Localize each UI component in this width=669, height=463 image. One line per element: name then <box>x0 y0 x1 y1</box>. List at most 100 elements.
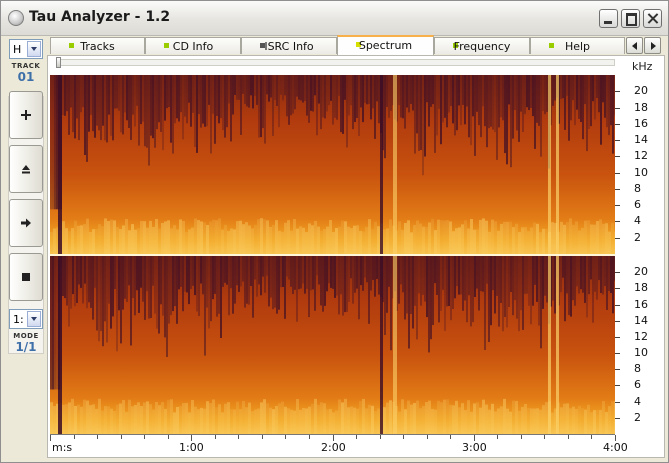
y-tick <box>615 238 620 239</box>
y-tick <box>615 402 620 403</box>
chevron-down-icon[interactable] <box>27 41 41 57</box>
y-tick <box>615 337 620 338</box>
x-tick <box>544 435 545 439</box>
y-tick-label: 8 <box>634 362 641 375</box>
x-tick <box>450 435 451 439</box>
tab-label: ISRC Info <box>264 40 314 53</box>
y-tick-label: 10 <box>634 346 648 359</box>
y-tick <box>615 91 620 92</box>
eject-icon <box>22 165 30 174</box>
mode-value: 1/1 <box>15 340 37 354</box>
y-tick-label: 16 <box>634 117 648 130</box>
track-number: 01 <box>17 70 35 84</box>
x-tick <box>497 435 498 439</box>
y-tick-label: 2 <box>634 411 641 424</box>
y-tick-label: 16 <box>634 298 648 311</box>
title-bar[interactable]: Tau Analyzer - 1.2 <box>1 1 668 36</box>
play-arrow-icon <box>21 218 31 228</box>
plus-icon <box>21 110 31 120</box>
mode-select[interactable]: 1: <box>9 309 43 329</box>
y-tick <box>615 321 620 322</box>
tab-tracks[interactable]: Tracks <box>50 37 145 54</box>
tab-cd-info[interactable]: CD Info <box>145 37 241 54</box>
y-tick-label: 12 <box>634 330 648 343</box>
y-tick <box>615 288 620 289</box>
tab-help[interactable]: Help <box>530 37 625 54</box>
channel-select-value: H <box>13 43 22 56</box>
x-tick <box>380 435 381 439</box>
stop-button[interactable] <box>9 253 43 301</box>
y-tick <box>615 140 620 141</box>
x-tick <box>285 435 286 439</box>
y-tick-label: 6 <box>634 198 641 211</box>
y-tick <box>615 305 620 306</box>
y-tick <box>615 418 620 419</box>
tab-label: Frequency <box>453 40 511 53</box>
mode-select-value: 1: <box>13 313 24 326</box>
y-tick <box>615 272 620 273</box>
tab-label: Spectrum <box>358 39 413 52</box>
channel-select[interactable]: H <box>9 39 43 59</box>
time-axis-line <box>50 434 615 435</box>
x-tick <box>568 435 569 439</box>
y-tick-label: 4 <box>634 395 641 408</box>
x-tick <box>262 435 263 439</box>
y-tick-label: 20 <box>634 265 648 278</box>
y-tick-label: 8 <box>634 182 641 195</box>
chevron-down-icon[interactable] <box>27 311 41 327</box>
y-tick-label: 4 <box>634 214 641 227</box>
y-tick <box>615 369 620 370</box>
position-slider[interactable] <box>57 59 615 66</box>
tab-label: Tracks <box>80 40 115 53</box>
tab-label: Help <box>564 40 591 53</box>
x-tick <box>215 435 216 439</box>
window-title: Tau Analyzer - 1.2 <box>29 9 171 25</box>
x-tick <box>121 435 122 439</box>
tab-isrc-info[interactable]: ISRC Info <box>241 37 337 54</box>
y-axis-unit: kHz <box>632 60 653 73</box>
tab-bar: Tracks CD Info ISRC Info Spectrum Frequency H… <box>50 35 625 55</box>
x-tick <box>74 435 75 439</box>
x-tick <box>50 435 51 441</box>
eject-button[interactable] <box>9 145 43 193</box>
x-tick <box>591 435 592 439</box>
add-button[interactable] <box>9 91 43 139</box>
y-tick <box>615 108 620 109</box>
maximize-button[interactable] <box>621 9 640 28</box>
spectrogram-image <box>50 256 615 434</box>
position-slider-thumb[interactable] <box>56 57 61 68</box>
y-tick-label: 12 <box>634 149 648 162</box>
left-control-panel: H TRACK 01 1: MODE 1/1 <box>5 36 45 456</box>
spectrogram-right-channel[interactable] <box>50 256 615 434</box>
y-tick <box>615 124 620 125</box>
play-button[interactable] <box>9 199 43 247</box>
tab-spectrum[interactable]: Spectrum <box>337 35 434 55</box>
y-tick-label: 10 <box>634 166 648 179</box>
y-tick-label: 18 <box>634 101 648 114</box>
y-tick-label: 18 <box>634 281 648 294</box>
x-tick <box>521 435 522 439</box>
x-tick <box>144 435 145 439</box>
tab-scroll-left-button[interactable] <box>626 37 643 54</box>
y-tick-label: 6 <box>634 378 641 391</box>
y-tick <box>615 173 620 174</box>
y-tick <box>615 189 620 190</box>
x-tick <box>168 435 169 439</box>
track-label: TRACK <box>11 62 41 70</box>
x-tick-label: m:s <box>52 441 73 454</box>
x-tick <box>97 435 98 439</box>
app-icon <box>8 10 24 26</box>
x-tick-label: 1:00 <box>179 441 204 454</box>
tab-scroll-right-button[interactable] <box>644 37 661 54</box>
spectrogram-left-channel[interactable] <box>50 75 615 254</box>
y-tick-label: 14 <box>634 133 648 146</box>
stop-icon <box>22 273 30 281</box>
x-tick-label: 4:00 <box>603 441 628 454</box>
x-tick <box>356 435 357 439</box>
spectrogram-image <box>50 75 615 254</box>
close-button[interactable] <box>643 9 662 28</box>
tab-frequency[interactable]: Frequency <box>434 37 530 54</box>
mode-label: MODE <box>13 332 39 340</box>
x-tick <box>309 435 310 439</box>
minimize-button[interactable] <box>599 9 618 28</box>
